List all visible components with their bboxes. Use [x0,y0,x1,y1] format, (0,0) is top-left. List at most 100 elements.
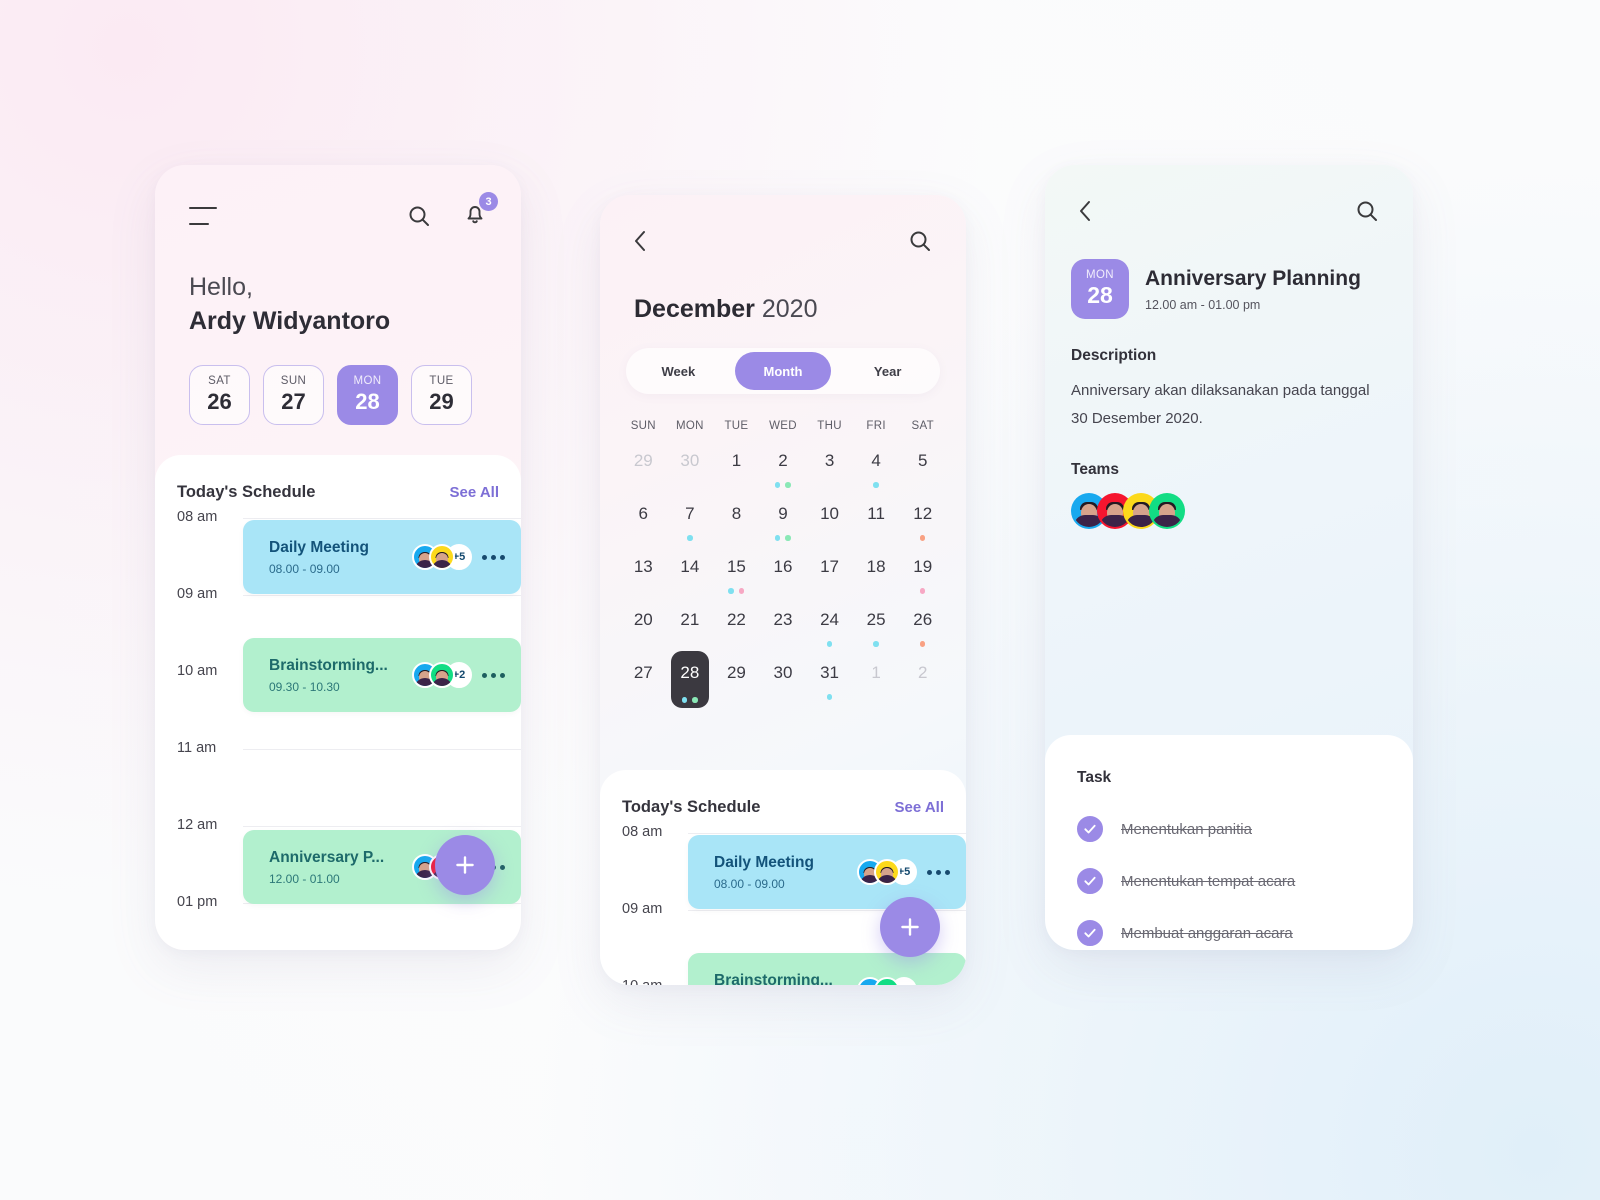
calendar-day-21[interactable]: 21 [667,601,714,654]
checkbox-checked-icon[interactable] [1077,920,1103,946]
day-pill-26[interactable]: SAT 26 [189,364,250,425]
calendar-day-14[interactable]: 14 [667,548,714,601]
event-more-icon[interactable] [927,869,950,875]
calendar-day-6[interactable]: 6 [620,495,667,548]
calendar-day-9[interactable]: 9 [760,495,807,548]
calendar-day-number: 24 [820,610,840,629]
event-dot-cyan [681,697,688,703]
hamburger-icon[interactable] [189,207,217,225]
see-all-link[interactable]: See All [450,484,499,501]
calendar-topbar [600,195,966,253]
tab-month[interactable]: Month [734,352,832,390]
day-pill-28[interactable]: MON 28 [337,364,398,425]
calendar-day-11[interactable]: 11 [853,495,900,548]
task-row[interactable]: Membuat anggaran acara [1077,907,1381,950]
back-button[interactable] [1079,200,1092,222]
calendar-day-20[interactable]: 20 [620,601,667,654]
event-more-icon[interactable] [482,554,505,560]
weekday-tue: TUE [724,420,749,432]
schedule-header: Today's Schedule See All [155,483,521,502]
search-icon[interactable] [1355,199,1379,223]
calendar-day-13[interactable]: 13 [620,548,667,601]
calendar-day-19[interactable]: 19 [899,548,946,601]
event-card-daily-meeting[interactable]: Daily Meeting 08.00 - 09.00 +5 [688,835,966,909]
event-card-brainstorming[interactable]: Brainstorming... 09.30 - 10.30 +2 [243,638,521,712]
calendar-day-15[interactable]: 15 [713,548,760,601]
calendar-day-dots [919,641,926,647]
calendar-day-30[interactable]: 30 [667,442,714,495]
calendar-day-2[interactable]: 2 [760,442,807,495]
avatar [874,859,900,885]
calendar-day-26[interactable]: 26 [899,601,946,654]
calendar-day-23[interactable]: 23 [760,601,807,654]
home-topbar-actions: 3 [407,192,498,231]
calendar-day-27[interactable]: 27 [620,654,667,707]
event-title: Anniversary P... [269,848,385,866]
calendar-day-25[interactable]: 25 [853,601,900,654]
calendar-day-28[interactable]: 28 [667,654,714,707]
calendar-day-number: 16 [773,557,793,576]
calendar-day-24[interactable]: 24 [806,601,853,654]
event-card-brainstorming[interactable]: Brainstorming... 09.30 - 10.30 +2 [688,953,966,985]
day-pill-29[interactable]: TUE 29 [411,364,472,425]
calendar-day-dots [919,588,926,594]
calendar-day-12[interactable]: 12 [899,495,946,548]
event-meta: Anniversary Planning 12.00 am - 01.00 pm [1145,267,1361,312]
schedule-title: Today's Schedule [177,483,316,501]
calendar-day-number: 1 [731,451,742,470]
event-text: Daily Meeting 08.00 - 09.00 [269,539,412,576]
calendar-day-29[interactable]: 29 [620,442,667,495]
calendar-day-number: 21 [680,610,700,629]
event-time: 09.30 - 10.30 [269,679,340,694]
event-more-icon[interactable] [482,672,505,678]
calendar-day-8[interactable]: 8 [713,495,760,548]
day-pill-number: 28 [355,388,380,414]
tab-week[interactable]: Week [630,352,727,390]
calendar-day-18[interactable]: 18 [853,548,900,601]
greeting-text: Hello, [189,273,253,301]
notifications-button[interactable]: 3 [463,192,498,231]
search-icon[interactable] [908,229,932,253]
timeline-row: 01 pm [155,894,521,950]
calendar-day-10[interactable]: 10 [806,495,853,548]
avatar[interactable] [1149,492,1185,529]
checkbox-checked-icon[interactable] [1077,868,1103,894]
calendar-day-number: 19 [913,557,933,576]
calendar-day-5[interactable]: 5 [899,442,946,495]
calendar-day-3[interactable]: 3 [806,442,853,495]
event-card-daily-meeting[interactable]: Daily Meeting 08.00 - 09.00 +5 [243,520,521,594]
calendar-day-1[interactable]: 1 [713,442,760,495]
calendar-day-4[interactable]: 4 [853,442,900,495]
weekday-sat: SAT [911,420,934,432]
calendar-day-17[interactable]: 17 [806,548,853,601]
event-time: 08.00 - 09.00 [714,876,785,891]
add-event-button[interactable] [880,897,940,957]
calendar-day-dots [728,588,745,594]
calendar-day-16[interactable]: 16 [760,548,807,601]
calendar-day-7[interactable]: 7 [667,495,714,548]
day-pill-27[interactable]: SUN 27 [263,364,324,425]
calendar-day-22[interactable]: 22 [713,601,760,654]
task-label: Menentukan panitia [1121,820,1252,838]
day-pill-weekday: TUE [429,374,454,387]
day-pill-number: 29 [429,388,454,414]
task-row[interactable]: Menentukan tempat acara [1077,855,1381,907]
calendar-day-1[interactable]: 1 [853,654,900,707]
tab-year[interactable]: Year [839,352,936,390]
event-avatars: +2 [412,662,472,688]
back-button[interactable] [634,230,647,252]
calendar-day-31[interactable]: 31 [806,654,853,707]
search-icon[interactable] [407,204,431,228]
event-text: Brainstorming... 09.30 - 10.30 [269,657,412,694]
hour-label: 10 am [622,978,662,985]
task-row[interactable]: Menentukan panitia [1077,803,1381,855]
checkbox-checked-icon[interactable] [1077,816,1103,842]
calendar-day-2[interactable]: 2 [899,654,946,707]
add-event-button[interactable] [435,835,495,895]
see-all-link[interactable]: See All [895,799,944,816]
calendar-day-29[interactable]: 29 [713,654,760,707]
plus-icon [901,918,919,936]
weekday-sun: SUN [630,420,656,432]
calendar-day-30[interactable]: 30 [760,654,807,707]
event-time: 12.00 - 01.00 [269,871,340,886]
